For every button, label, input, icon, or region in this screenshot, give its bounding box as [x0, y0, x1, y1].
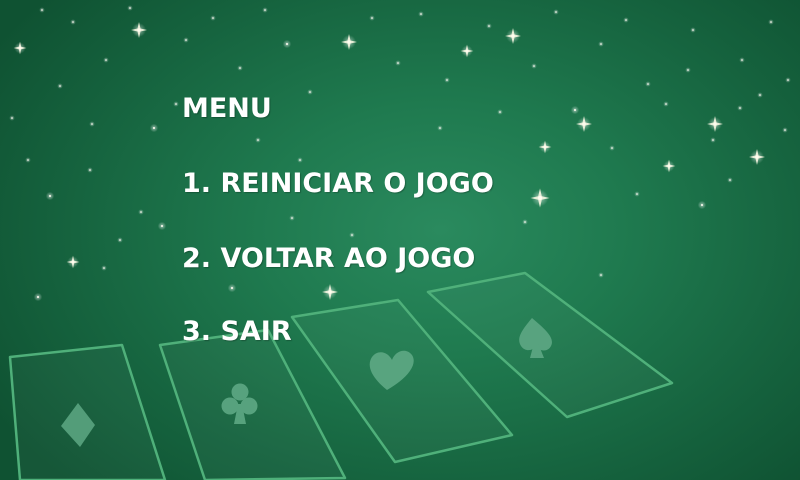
sparkle: [530, 188, 550, 208]
sparkle: [127, 5, 133, 11]
sparkle: [66, 255, 80, 269]
sparkle: [782, 127, 788, 133]
sparkle: [289, 215, 295, 221]
sparkle: [768, 19, 774, 25]
exit-option[interactable]: 3. SAIR: [182, 316, 292, 347]
sparkle: [131, 22, 147, 38]
sparkle: [25, 157, 31, 163]
sparkle: [173, 101, 179, 107]
sparkle: [210, 15, 216, 21]
sparkle: [322, 284, 338, 300]
sparkle: [570, 105, 580, 115]
sparkle: [634, 191, 640, 197]
sparkle: [138, 209, 144, 215]
menu-title: MENU: [182, 93, 272, 124]
sparkle: [349, 232, 355, 238]
sparkle: [103, 57, 109, 63]
sparkle: [33, 292, 43, 302]
sparkle: [553, 9, 559, 15]
sparkle: [645, 81, 651, 87]
sparkle: [13, 41, 27, 55]
sparkle: [598, 41, 604, 47]
sparkle: [437, 125, 443, 131]
sparkle: [307, 89, 313, 95]
table-background: [8, 5, 791, 480]
sparkle: [737, 105, 743, 111]
sparkle: [101, 265, 107, 271]
sparkle: [505, 28, 521, 44]
resume-game-option[interactable]: 2. VOLTAR AO JOGO: [182, 243, 475, 274]
sparkle: [418, 11, 424, 17]
sparkle: [538, 140, 552, 154]
sparkle: [739, 57, 745, 63]
sparkle: [183, 37, 189, 43]
sparkle: [531, 63, 537, 69]
sparkle: [623, 17, 629, 23]
sparkle: [262, 7, 268, 13]
sparkle: [282, 39, 292, 49]
sparkle: [45, 191, 55, 201]
sparkle: [39, 7, 45, 13]
sparkle: [157, 221, 167, 231]
sparkle: [117, 237, 123, 243]
sparkle: [9, 115, 15, 121]
sparkle: [522, 219, 528, 225]
sparkle: [460, 44, 474, 58]
sparkle: [87, 167, 93, 173]
sparkle: [297, 157, 303, 163]
sparkle: [685, 67, 691, 73]
sparkle: [785, 77, 791, 83]
sparkle: [70, 19, 76, 25]
sparkle: [707, 116, 723, 132]
sparkle: [497, 109, 503, 115]
sparkle: [710, 137, 716, 143]
sparkle: [57, 83, 63, 89]
sparkle: [598, 272, 604, 278]
sparkle: [255, 137, 261, 143]
sparkle: [149, 123, 159, 133]
sparkle: [662, 159, 676, 173]
sparkle: [749, 149, 765, 165]
sparkle: [757, 92, 763, 98]
sparkle: [609, 145, 615, 151]
sparkle: [395, 60, 401, 66]
card-diamond: [8, 343, 167, 480]
sparkle: [486, 23, 492, 29]
game-menu-screen: MENU 1. REINICIAR O JOGO 2. VOLTAR AO JO…: [0, 0, 800, 480]
restart-game-option[interactable]: 1. REINICIAR O JOGO: [182, 168, 494, 199]
sparkle: [690, 27, 696, 33]
sparkle: [444, 77, 450, 83]
sparkle: [663, 101, 669, 107]
sparkle: [727, 177, 733, 183]
sparkle: [227, 283, 237, 293]
sparkle: [341, 34, 357, 50]
sparkle: [576, 116, 592, 132]
sparkle: [697, 200, 707, 210]
sparkle: [369, 15, 375, 21]
sparkle: [237, 65, 243, 71]
sparkle: [89, 121, 95, 127]
